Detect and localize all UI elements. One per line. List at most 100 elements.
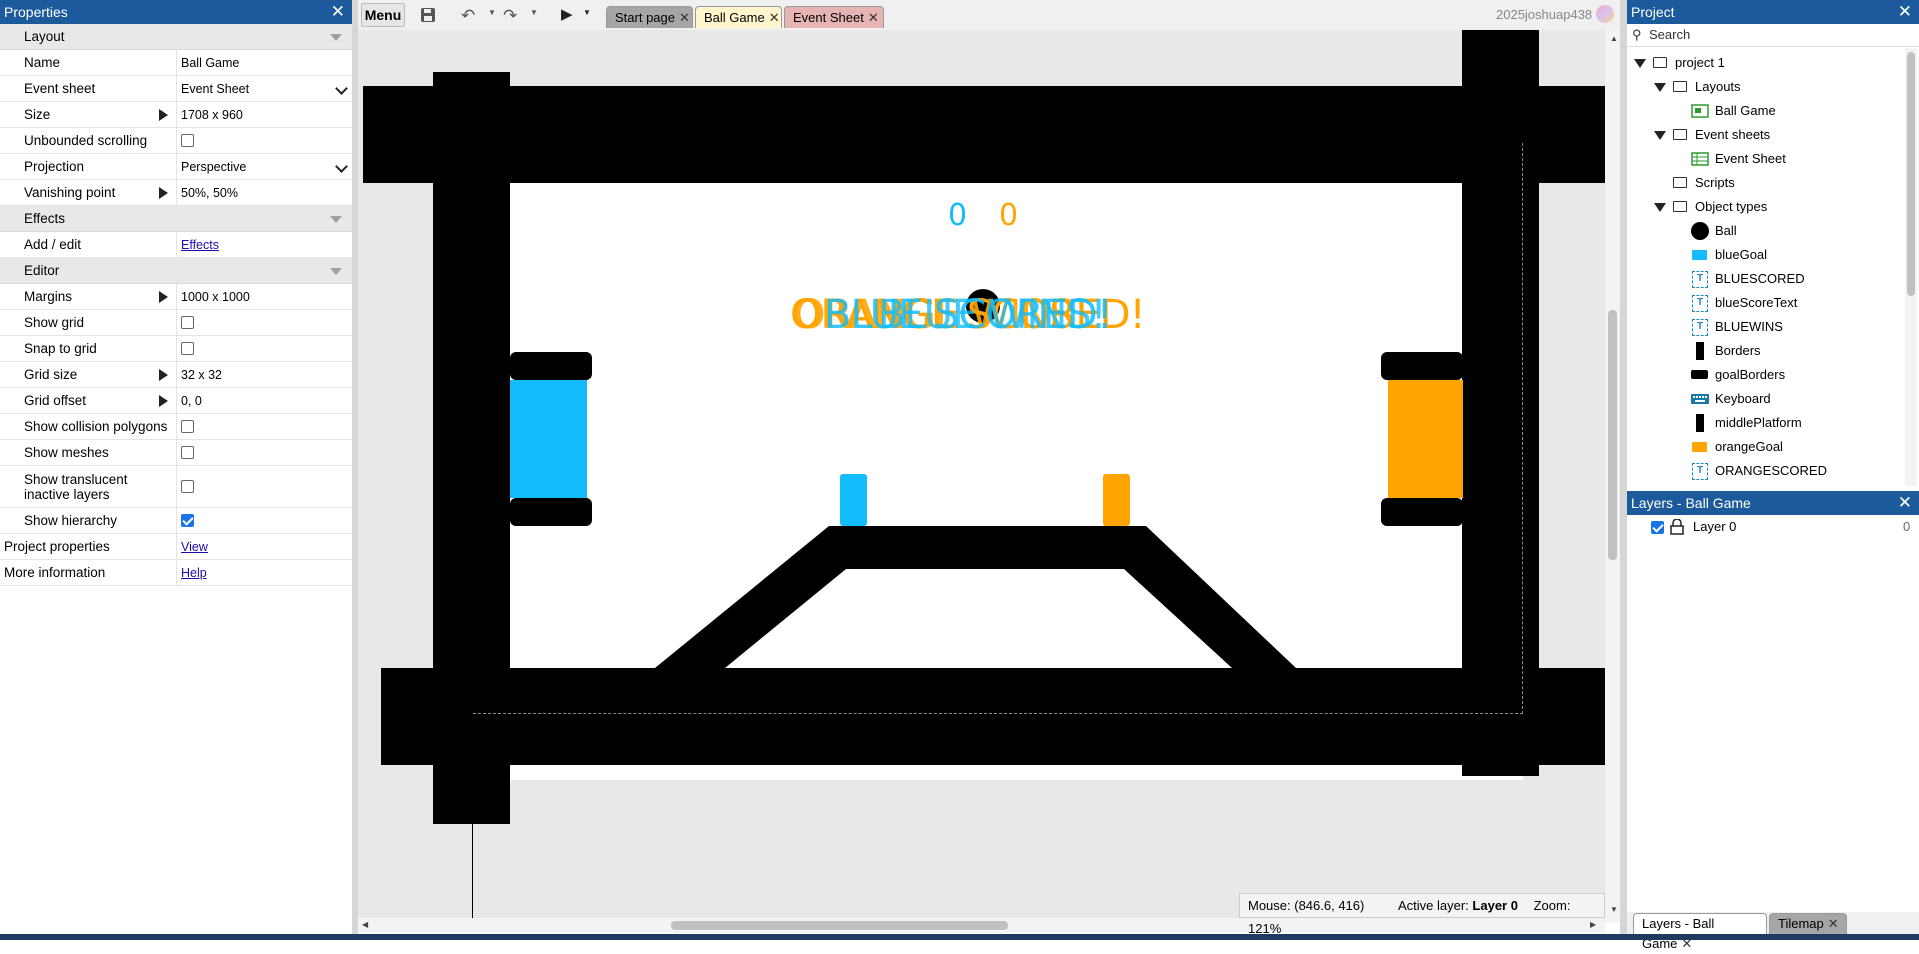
view-link[interactable]: View: [181, 540, 208, 554]
play-icon[interactable]: ▶: [561, 5, 573, 23]
prop-label[interactable]: Vanishing point: [0, 185, 176, 200]
effects-link[interactable]: Effects: [181, 238, 219, 252]
tab-event-sheet[interactable]: Event Sheet ✕: [784, 6, 884, 28]
meshes-checkbox[interactable]: [181, 446, 194, 459]
snap-to-grid-checkbox[interactable]: [181, 342, 194, 355]
scrollbar-thumb[interactable]: [671, 921, 1008, 930]
close-icon[interactable]: ✕: [868, 10, 879, 25]
redo-icon[interactable]: ↷: [503, 6, 525, 25]
expand-arrow-icon[interactable]: [159, 109, 168, 121]
close-icon[interactable]: ✕: [1898, 491, 1912, 515]
expand-arrow-icon[interactable]: [159, 187, 168, 199]
expand-arrow-icon[interactable]: [159, 291, 168, 303]
collapse-icon[interactable]: [330, 34, 342, 41]
section-layout-label: Layout: [24, 29, 65, 44]
prop-label: Show translucent inactive layers: [24, 471, 128, 502]
collapse-icon[interactable]: [330, 268, 342, 275]
tab-tilemap[interactable]: Tilemap ✕: [1769, 913, 1847, 934]
prop-label: Show collision polygons: [24, 419, 168, 434]
size-field[interactable]: 1708 x 960: [176, 102, 352, 127]
projection-select[interactable]: Perspective: [176, 154, 352, 179]
expand-icon[interactable]: [1654, 83, 1666, 92]
right-splitter[interactable]: [1620, 0, 1627, 940]
margins-field[interactable]: 1000 x 1000: [176, 284, 352, 309]
tab-ball-game[interactable]: Ball Game ✕: [695, 6, 782, 28]
layout-icon: [1691, 104, 1709, 118]
username[interactable]: 2025joshuap438: [1496, 7, 1592, 22]
expand-icon[interactable]: [1634, 59, 1646, 68]
unbounded-checkbox[interactable]: [181, 134, 194, 147]
scrollbar-thumb[interactable]: [1608, 310, 1617, 560]
close-icon[interactable]: ✕: [331, 0, 345, 24]
close-icon[interactable]: ✕: [769, 10, 780, 25]
text-object-icon: T: [1692, 271, 1708, 288]
expand-arrow-icon[interactable]: [159, 369, 168, 381]
section-effects[interactable]: Effects: [0, 206, 352, 232]
prop-label[interactable]: Margins: [0, 289, 176, 304]
search-placeholder: Search: [1649, 27, 1691, 42]
tree-label: BLUESCORED: [1715, 271, 1805, 286]
vertical-scrollbar[interactable]: ▲ ▼: [1605, 30, 1620, 923]
hierarchy-checkbox[interactable]: [181, 514, 194, 527]
tab-label: Event Sheet: [793, 10, 864, 25]
section-editor[interactable]: Editor: [0, 258, 352, 284]
menu-button[interactable]: Menu: [361, 3, 405, 27]
tree-label: Keyboard: [1715, 391, 1771, 406]
close-icon[interactable]: ✕: [679, 10, 690, 25]
prop-value: [176, 310, 352, 335]
prop-meshes: Show meshes: [0, 440, 352, 466]
layout-viewport[interactable]: 0 0 ORANGE SCORED! ORANGE WINS! BLUE SCO…: [358, 30, 1605, 923]
scrollbar-thumb[interactable]: [1907, 52, 1915, 296]
toolbar: Menu ↶ ▼ ↷ ▼ ▶ ▼ Start page ✕ Ball Game ✕ …: [358, 0, 1628, 30]
prop-add-edit: Add / edit Effects: [0, 232, 352, 258]
redo-dropdown-icon[interactable]: ▼: [530, 8, 538, 17]
expand-icon[interactable]: [1654, 203, 1666, 212]
section-layout[interactable]: Layout: [0, 24, 352, 50]
avatar[interactable]: [1596, 5, 1614, 23]
vanishing-field[interactable]: 50%, 50%: [176, 180, 352, 205]
undo-icon[interactable]: ↶: [461, 6, 483, 25]
help-link[interactable]: Help: [181, 566, 207, 580]
grid-offset-field[interactable]: 0, 0: [176, 388, 352, 413]
event-sheet-select[interactable]: Event Sheet: [176, 76, 352, 101]
horizontal-scrollbar[interactable]: ◀ ▶: [358, 918, 1605, 933]
save-icon[interactable]: [420, 7, 436, 23]
unlock-icon[interactable]: [1670, 519, 1684, 535]
prop-collision: Show collision polygons: [0, 414, 352, 440]
undo-dropdown-icon[interactable]: ▼: [488, 8, 496, 17]
prop-label: Name: [24, 55, 61, 70]
folder-icon: [1673, 129, 1687, 140]
collapse-icon[interactable]: [330, 216, 342, 223]
close-icon[interactable]: ✕: [1828, 916, 1839, 931]
translucent-checkbox[interactable]: [181, 480, 194, 493]
tab-layers[interactable]: Layers - Ball Game ✕: [1633, 913, 1767, 951]
scroll-down-icon[interactable]: ▼: [1610, 905, 1618, 914]
collision-checkbox[interactable]: [181, 420, 194, 433]
layout-scene[interactable]: 0 0 ORANGE SCORED! ORANGE WINS! BLUE SCO…: [358, 30, 1605, 923]
scroll-up-icon[interactable]: ▲: [1610, 34, 1618, 43]
expand-arrow-icon[interactable]: [159, 395, 168, 407]
prop-label[interactable]: Size: [0, 107, 176, 122]
projection-value: Perspective: [181, 159, 247, 174]
layer-row[interactable]: Layer 0 0: [1627, 516, 1919, 538]
show-grid-checkbox[interactable]: [181, 316, 194, 329]
chevron-down-icon: [335, 160, 348, 173]
prop-label[interactable]: Grid offset: [0, 393, 176, 408]
tab-label: Tilemap: [1778, 916, 1824, 931]
chevron-down-icon: [335, 82, 348, 95]
close-icon[interactable]: ✕: [1898, 0, 1912, 24]
scroll-right-icon[interactable]: ▶: [1590, 920, 1596, 929]
tab-start-page[interactable]: Start page ✕: [606, 6, 693, 28]
grid-size-field[interactable]: 32 x 32: [176, 362, 352, 387]
status-bar: Mouse: (846.6, 416) Active layer: Layer …: [1239, 893, 1605, 936]
search-input[interactable]: ⚲ Search: [1627, 24, 1919, 47]
layer-visible-checkbox[interactable]: [1651, 521, 1664, 534]
tree-label: Layouts: [1695, 79, 1741, 94]
project-scrollbar[interactable]: [1905, 48, 1917, 486]
expand-icon[interactable]: [1654, 131, 1666, 140]
play-dropdown-icon[interactable]: ▼: [583, 8, 591, 17]
name-field[interactable]: Ball Game: [176, 50, 352, 75]
sprite-icon: [1691, 370, 1708, 379]
prop-label[interactable]: Grid size: [0, 367, 176, 382]
scroll-left-icon[interactable]: ◀: [362, 920, 368, 929]
